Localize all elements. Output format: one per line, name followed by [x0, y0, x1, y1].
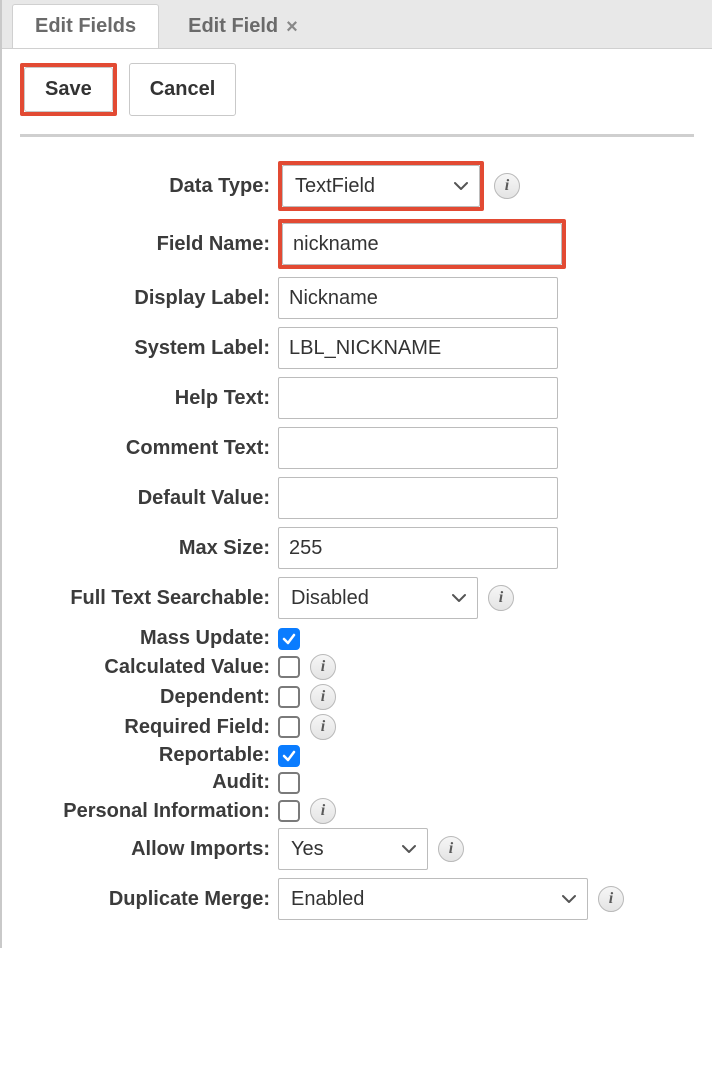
comment-text-input[interactable]: [278, 427, 558, 469]
info-icon[interactable]: i: [598, 886, 624, 912]
calculated-value-label: Calculated Value:: [20, 656, 278, 679]
data-type-select[interactable]: TextField: [282, 165, 480, 207]
tab-edit-field[interactable]: Edit Field ×: [165, 4, 321, 48]
info-icon[interactable]: i: [310, 654, 336, 680]
default-value-label: Default Value:: [20, 487, 278, 510]
personal-info-label: Personal Information:: [20, 800, 278, 823]
full-text-select[interactable]: Disabled: [278, 577, 478, 619]
data-type-label: Data Type:: [20, 175, 278, 198]
allow-imports-select[interactable]: Yes: [278, 828, 428, 870]
reportable-label: Reportable:: [20, 744, 278, 767]
toolbar: Save Cancel: [2, 49, 712, 134]
field-name-input[interactable]: [282, 223, 562, 265]
required-field-label: Required Field:: [20, 716, 278, 739]
default-value-input[interactable]: [278, 477, 558, 519]
personal-info-checkbox[interactable]: [278, 800, 300, 822]
display-label-label: Display Label:: [20, 287, 278, 310]
full-text-label: Full Text Searchable:: [20, 587, 278, 610]
full-text-value: Disabled: [291, 587, 369, 610]
info-icon[interactable]: i: [488, 585, 514, 611]
dependent-checkbox[interactable]: [278, 686, 300, 708]
tab-edit-fields-label: Edit Fields: [35, 15, 136, 38]
field-name-label: Field Name:: [20, 233, 278, 256]
tab-strip: Edit Fields Edit Field ×: [2, 0, 712, 49]
duplicate-merge-select[interactable]: Enabled: [278, 878, 588, 920]
reportable-checkbox[interactable]: [278, 745, 300, 767]
info-icon[interactable]: i: [310, 684, 336, 710]
field-name-highlight: [278, 219, 566, 269]
dependent-label: Dependent:: [20, 686, 278, 709]
mass-update-label: Mass Update:: [20, 627, 278, 650]
max-size-input[interactable]: [278, 527, 558, 569]
mass-update-checkbox[interactable]: [278, 628, 300, 650]
info-icon[interactable]: i: [494, 173, 520, 199]
data-type-value: TextField: [295, 175, 375, 198]
save-button[interactable]: Save: [24, 67, 113, 112]
duplicate-merge-label: Duplicate Merge:: [20, 888, 278, 911]
comment-text-label: Comment Text:: [20, 437, 278, 460]
audit-checkbox[interactable]: [278, 772, 300, 794]
data-type-highlight: TextField: [278, 161, 484, 211]
cancel-button[interactable]: Cancel: [129, 63, 237, 116]
info-icon[interactable]: i: [310, 714, 336, 740]
duplicate-merge-value: Enabled: [291, 888, 364, 911]
audit-label: Audit:: [20, 771, 278, 794]
tab-edit-field-label: Edit Field: [188, 15, 278, 38]
max-size-label: Max Size:: [20, 537, 278, 560]
info-icon[interactable]: i: [310, 798, 336, 824]
field-form: Data Type: TextField i Field Name:: [2, 155, 712, 948]
help-text-label: Help Text:: [20, 387, 278, 410]
divider: [20, 134, 694, 137]
save-highlight: Save: [20, 63, 117, 116]
allow-imports-value: Yes: [291, 838, 324, 861]
tab-edit-fields[interactable]: Edit Fields: [12, 4, 159, 48]
required-field-checkbox[interactable]: [278, 716, 300, 738]
help-text-input[interactable]: [278, 377, 558, 419]
allow-imports-label: Allow Imports:: [20, 838, 278, 861]
system-label-label: System Label:: [20, 337, 278, 360]
system-label-input[interactable]: [278, 327, 558, 369]
display-label-input[interactable]: [278, 277, 558, 319]
info-icon[interactable]: i: [438, 836, 464, 862]
close-icon[interactable]: ×: [286, 17, 298, 37]
calculated-value-checkbox[interactable]: [278, 656, 300, 678]
